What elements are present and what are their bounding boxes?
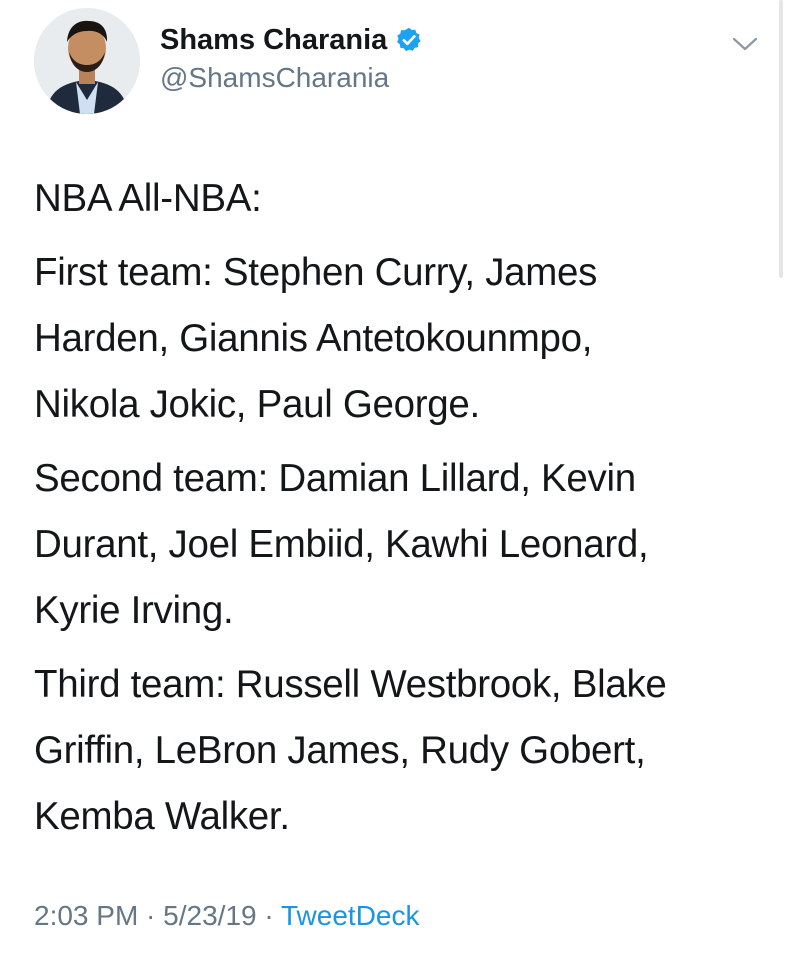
- author-handle[interactable]: @ShamsCharania: [160, 62, 389, 94]
- tweet-line: Griffin, LeBron James, Rudy Gobert,: [34, 729, 646, 772]
- author-name-row[interactable]: Shams Charania: [160, 22, 423, 58]
- tweet-card: Shams Charania @ShamsCharania NBA All-NB…: [0, 0, 788, 957]
- tweet-text: NBA All-NBA: First team: Stephen Curry, …: [34, 166, 754, 858]
- tweet-date[interactable]: 5/23/19: [163, 900, 256, 931]
- tweet-paragraph-third-team: Third team: Russell Westbrook, Blake Gri…: [34, 652, 754, 850]
- scrollbar[interactable]: [779, 0, 783, 278]
- avatar[interactable]: [34, 8, 140, 114]
- profile-photo: [34, 8, 140, 114]
- verified-badge-icon: [397, 27, 421, 52]
- tweet-heading: NBA All-NBA:: [34, 166, 754, 232]
- author-display-name[interactable]: Shams Charania: [160, 24, 387, 57]
- tweet-line: Nikola Jokic, Paul George.: [34, 383, 480, 426]
- tweet-source-link[interactable]: TweetDeck: [281, 900, 420, 931]
- tweet-metadata: 2:03 PM · 5/23/19 · TweetDeck: [34, 900, 419, 932]
- tweet-line: Second team: Damian Lillard, Kevin: [34, 457, 636, 500]
- tweet-line: Kyrie Irving.: [34, 589, 234, 632]
- tweet-paragraph-first-team: First team: Stephen Curry, James Harden,…: [34, 240, 754, 438]
- tweet-time[interactable]: 2:03 PM: [34, 900, 138, 931]
- tweet-line: Durant, Joel Embiid, Kawhi Leonard,: [34, 523, 649, 566]
- tweet-line: First team: Stephen Curry, James: [34, 251, 598, 294]
- meta-separator: ·: [138, 900, 164, 931]
- tweet-line: Third team: Russell Westbrook, Blake: [34, 663, 667, 706]
- tweet-line: NBA All-NBA:: [34, 177, 262, 220]
- meta-separator: ·: [256, 900, 281, 931]
- tweet-line: Kemba Walker.: [34, 795, 290, 838]
- tweet-paragraph-second-team: Second team: Damian Lillard, Kevin Duran…: [34, 446, 754, 644]
- chevron-down-icon[interactable]: [730, 32, 760, 56]
- tweet-line: Harden, Giannis Antetokounmpo,: [34, 317, 593, 360]
